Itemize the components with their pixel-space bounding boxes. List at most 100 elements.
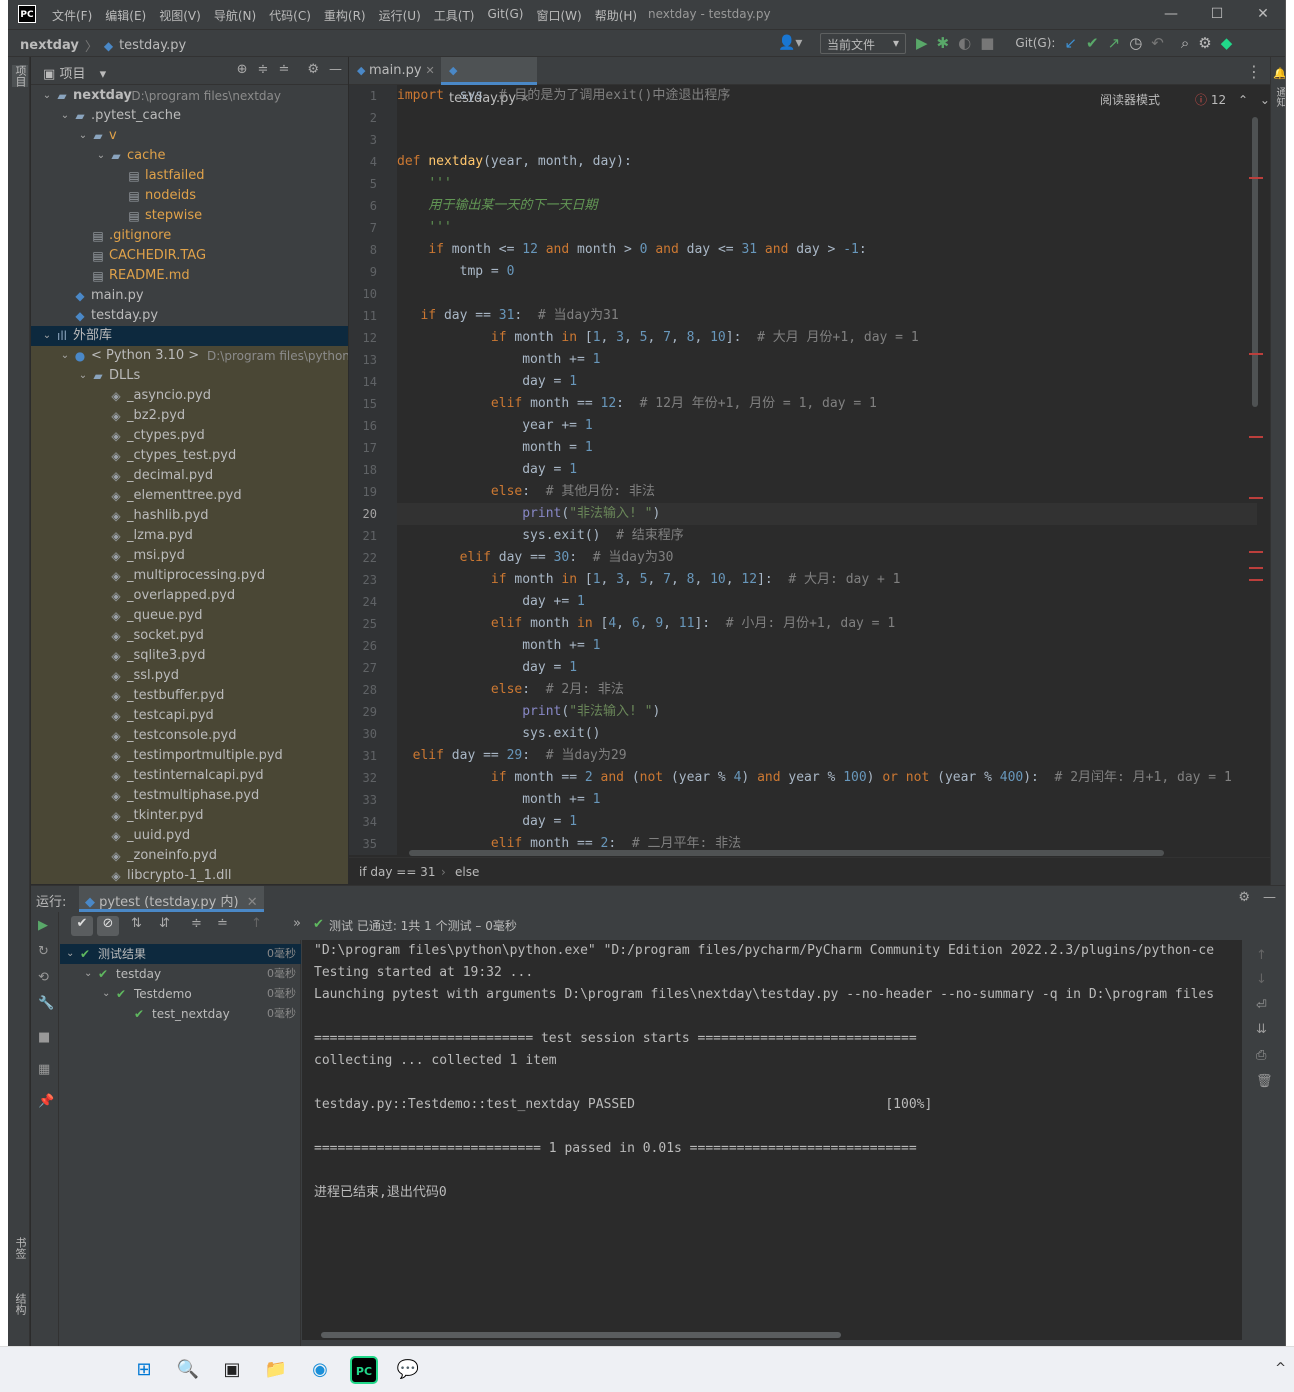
settings-icon[interactable]: ⚙ <box>1198 34 1211 52</box>
tree-item[interactable]: ◈ _testcapi.pyd <box>31 706 348 726</box>
chevron-down-icon[interactable]: ⌄ <box>102 984 110 1004</box>
close-tab-icon[interactable]: ✕ <box>247 895 258 910</box>
git-push-icon[interactable]: ↗ <box>1108 34 1121 52</box>
chevron-down-icon[interactable]: ⌄ <box>95 146 107 166</box>
tree-item[interactable]: ◈ _testinternalcapi.pyd <box>31 766 348 786</box>
error-mark[interactable] <box>1249 497 1263 499</box>
menu-item[interactable]: 帮助(H) <box>595 7 637 24</box>
more-tabs-icon[interactable]: ⋮ <box>1246 62 1262 81</box>
tree-item[interactable]: ◆ testday.py <box>31 306 348 326</box>
chevron-down-icon[interactable]: ⌄ <box>1260 93 1270 107</box>
test-node[interactable]: ⌄ ✔ Testdemo 0毫秒 <box>60 984 301 1004</box>
tree-item[interactable]: ⌄● < Python 3.10 > D:\program files\python… <box>31 346 348 366</box>
tray-chevron-icon[interactable]: ^ <box>1275 1361 1286 1376</box>
tree-item[interactable]: ◈ _socket.pyd <box>31 626 348 646</box>
code-breadcrumb-item[interactable]: else <box>455 865 479 879</box>
menu-item[interactable]: 重构(R) <box>324 7 366 24</box>
git-commit-icon[interactable]: ✔ <box>1086 34 1099 52</box>
chevron-down-icon[interactable]: ⌄ <box>77 126 89 146</box>
editor-horizontal-scrollbar[interactable] <box>409 850 1164 856</box>
rerun-icon[interactable]: ▶ <box>38 918 48 933</box>
tree-item[interactable]: ◈ _asyncio.pyd <box>31 386 348 406</box>
menu-item[interactable]: 窗口(W) <box>536 7 581 24</box>
gear-icon[interactable]: ⚙ <box>307 62 319 77</box>
minimize-icon[interactable]: — <box>1148 0 1194 29</box>
test-node[interactable]: ⌄ ✔ testday 0毫秒 <box>60 964 301 984</box>
collapse-all-icon[interactable]: ≐ <box>217 916 228 931</box>
tree-item[interactable]: ◈ _uuid.pyd <box>31 826 348 846</box>
sort-alpha-icon[interactable]: ⇅ <box>131 916 142 931</box>
user-icon[interactable]: 👤▾ <box>778 35 802 51</box>
jetbrains-ai-icon[interactable]: ◆ <box>1221 34 1233 52</box>
tree-item[interactable]: ▤ stepwise <box>31 206 348 226</box>
tree-item[interactable]: ◈ libcrypto-1_1.dll <box>31 866 348 884</box>
collapse-all-icon[interactable]: ≐ <box>278 62 289 77</box>
tree-item[interactable]: ◈ _zoneinfo.pyd <box>31 846 348 866</box>
tree-item[interactable]: ◈ _testconsole.pyd <box>31 726 348 746</box>
menu-item[interactable]: 工具(T) <box>434 7 475 24</box>
tab-main-py[interactable]: ◆ main.py ✕ <box>349 57 437 85</box>
console-output[interactable]: "D:\program files\python\python.exe" "D:… <box>302 940 1242 1340</box>
layout-icon[interactable]: ▦ <box>38 1062 50 1077</box>
show-passed-icon[interactable]: ✔ <box>71 916 93 936</box>
expand-all-icon[interactable]: ≑ <box>258 62 269 77</box>
menu-item[interactable]: 视图(V) <box>159 7 201 24</box>
run-icon[interactable]: ▶ <box>916 34 928 52</box>
tree-item[interactable]: ⌄ ▰ DLLs <box>31 366 348 386</box>
trash-icon[interactable]: 🗑 <box>1256 1074 1273 1089</box>
chevron-down-icon[interactable]: ⌄ <box>77 366 89 386</box>
breadcrumb-project[interactable]: nextday <box>20 38 79 53</box>
bookmarks-tool-tab[interactable]: 书签 <box>12 1237 28 1259</box>
wechat-icon[interactable]: 💬 <box>394 1356 422 1384</box>
locate-icon[interactable]: ⊕ <box>237 62 248 77</box>
tree-item[interactable]: ◆ main.py <box>31 286 348 306</box>
chevron-down-icon[interactable]: ⌄ <box>66 944 74 964</box>
tree-item[interactable]: ▤ CACHEDIR.TAG <box>31 246 348 266</box>
task-view-icon[interactable]: ▣ <box>218 1356 246 1384</box>
tree-item[interactable]: ◈ _queue.pyd <box>31 606 348 626</box>
menu-item[interactable]: 文件(F) <box>52 7 92 24</box>
more-icon[interactable]: » <box>293 916 301 931</box>
search-icon[interactable]: ⌕ <box>1181 34 1189 52</box>
error-mark[interactable] <box>1249 579 1263 581</box>
maximize-icon[interactable]: ☐ <box>1194 0 1240 29</box>
error-mark[interactable] <box>1249 436 1263 438</box>
stop-icon[interactable]: ■ <box>980 34 994 52</box>
print-icon[interactable]: ⎙ <box>1256 1048 1266 1063</box>
tree-item[interactable]: ◈ _testbuffer.pyd <box>31 686 348 706</box>
tree-item[interactable]: ◈ _tkinter.pyd <box>31 806 348 826</box>
code-area[interactable]: import sys # 目的是为了调用exit()中途退出程序 def next… <box>397 85 1257 855</box>
rerun-failed-icon[interactable]: ↻ <box>38 944 49 959</box>
tree-item[interactable]: ⌄ ▰ cache <box>31 146 348 166</box>
menu-item[interactable]: Git(G) <box>487 7 523 24</box>
menu-item[interactable]: 代码(C) <box>269 7 311 24</box>
error-mark[interactable] <box>1249 353 1263 355</box>
edge-browser-icon[interactable]: ◉ <box>306 1356 334 1384</box>
pycharm-icon[interactable]: PC <box>350 1356 378 1384</box>
expand-all-icon[interactable]: ≑ <box>191 916 202 931</box>
breadcrumb-file[interactable]: testday.py <box>119 38 186 53</box>
tree-item[interactable]: ⌄ ▰ v <box>31 126 348 146</box>
up-arrow-icon[interactable]: ↑ <box>1256 948 1267 963</box>
tree-item[interactable]: ⌄ ıll 外部库 <box>31 326 348 346</box>
hide-icon[interactable]: — <box>1263 890 1276 905</box>
tree-item[interactable]: ▤ nodeids <box>31 186 348 206</box>
scroll-to-end-icon[interactable]: ⇊ <box>1256 1022 1267 1037</box>
run-tab[interactable]: ◆ pytest (testday.py 内) ✕ <box>79 886 264 912</box>
git-update-icon[interactable]: ↙ <box>1064 34 1077 52</box>
menu-item[interactable]: 运行(U) <box>379 7 421 24</box>
tree-item[interactable]: ◈ _testmultiphase.pyd <box>31 786 348 806</box>
reader-mode-button[interactable]: 阅读器模式 <box>1100 91 1160 108</box>
tree-item[interactable]: ◈ _multiprocessing.pyd <box>31 566 348 586</box>
tree-item[interactable]: ◈ _decimal.pyd <box>31 466 348 486</box>
error-mark[interactable] <box>1249 551 1263 553</box>
coverage-icon[interactable]: ◐ <box>958 34 971 52</box>
tree-item[interactable]: ◈ _elementtree.pyd <box>31 486 348 506</box>
error-mark[interactable] <box>1249 567 1263 569</box>
debug-icon[interactable]: ✱ <box>937 34 950 52</box>
chevron-down-icon[interactable]: ⌄ <box>41 86 53 106</box>
editor-vertical-scrollbar[interactable] <box>1252 117 1258 407</box>
tree-item[interactable]: ▤ .gitignore <box>31 226 348 246</box>
tree-item[interactable]: ⌄ ▰ nextday D:\program files\nextday <box>31 86 348 106</box>
gear-icon[interactable]: ⚙ <box>1238 890 1250 905</box>
